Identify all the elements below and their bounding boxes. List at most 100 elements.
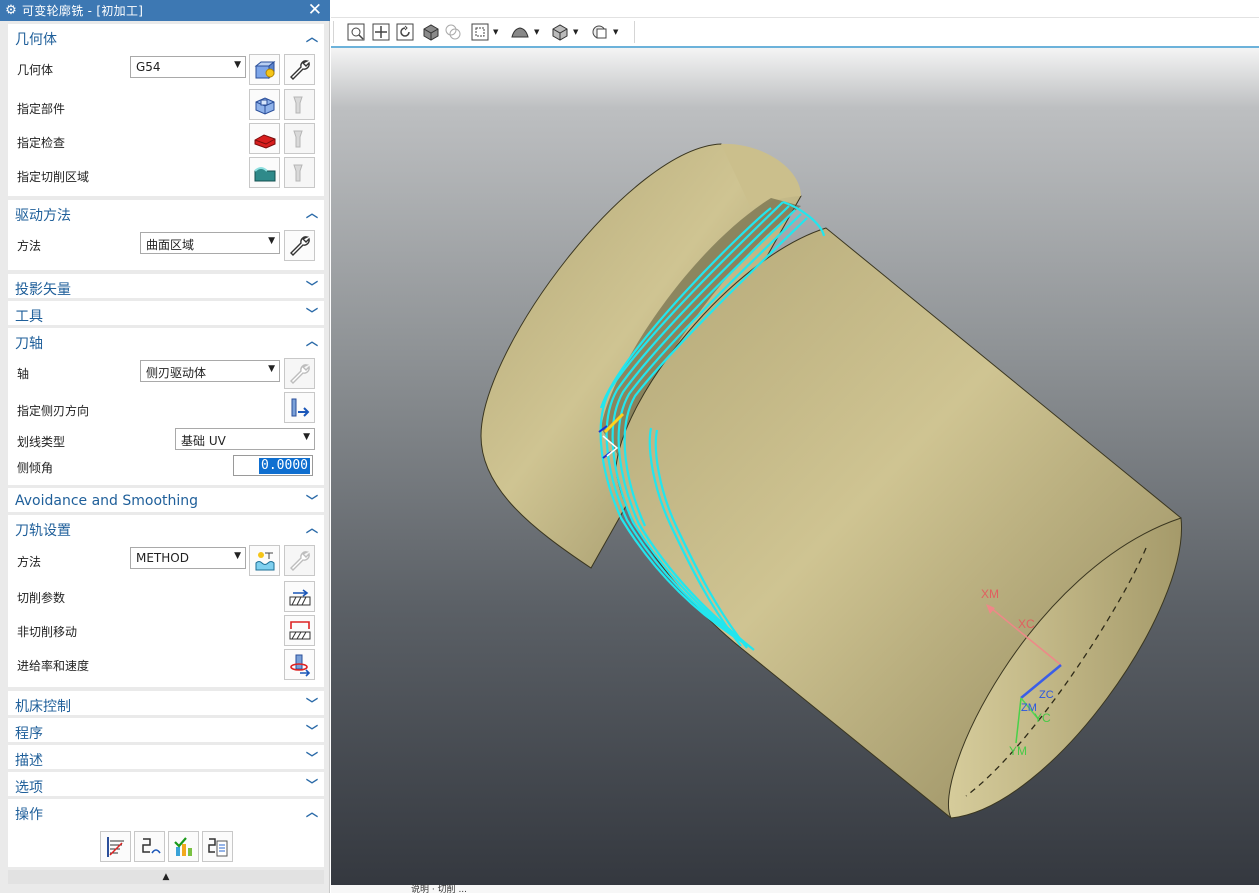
chevron-up-icon[interactable]: ︿ (306, 519, 318, 536)
tilt-angle-value: 0.0000 (259, 458, 310, 474)
cut-params-label: 切削参数 (17, 591, 66, 605)
axis-select[interactable]: 侧刃驱动体 ▼ (140, 360, 280, 382)
specify-side-direction-button[interactable] (284, 392, 315, 423)
wrench-icon (290, 551, 310, 571)
camera-button[interactable]: ▼ (591, 22, 618, 42)
new-method-button[interactable] (249, 545, 280, 576)
dropdown-arrow-icon[interactable]: ▼ (573, 28, 578, 36)
pan-icon (372, 23, 390, 41)
chevron-up-icon[interactable]: ︿ (306, 204, 318, 221)
dropdown-arrow-icon: ▼ (234, 60, 241, 70)
cut-area-icon (254, 167, 276, 182)
part-model[interactable]: XM XC ZC ZM YC YM (331, 48, 1259, 887)
dropdown-arrow-icon: ▼ (268, 364, 275, 374)
check-geometry-icon (254, 134, 276, 149)
verify-icon (174, 837, 192, 856)
graphics-viewport[interactable]: XM XC ZC ZM YC YM (331, 46, 1259, 885)
new-geometry-button[interactable] (249, 54, 280, 85)
chevron-down-icon[interactable]: ﹀ (306, 722, 318, 739)
display-cut-area-button[interactable] (284, 157, 315, 188)
display-mode-button[interactable]: ▼ (551, 22, 578, 42)
path-method-label: 方法 (17, 555, 42, 569)
section-tool-axis-header[interactable]: 刀轴 ︿ (8, 328, 324, 352)
section-projection-vector[interactable]: 投影矢量 ﹀ (8, 274, 324, 298)
chevron-down-icon[interactable]: ﹀ (306, 749, 318, 766)
section-actions-header[interactable]: 操作 ︿ (8, 799, 324, 823)
view-orient-button[interactable]: ▼ (471, 22, 498, 42)
section-avoidance-smoothing[interactable]: Avoidance and Smoothing ﹀ (8, 488, 324, 512)
drive-method-select[interactable]: 曲面区域 ▼ (140, 232, 280, 254)
specify-part-button[interactable] (249, 89, 280, 120)
cut-params-button[interactable] (284, 581, 315, 612)
shaded-button[interactable] (422, 22, 440, 42)
replay-button[interactable] (134, 831, 165, 862)
render-style-button[interactable]: ▼ (510, 22, 539, 42)
chevron-up-icon[interactable]: ︿ (306, 332, 318, 349)
triangle-up-icon: ▲ (162, 872, 170, 882)
fit-icon (347, 23, 365, 41)
drive-method-label: 方法 (17, 239, 42, 253)
edit-geometry-button[interactable] (284, 54, 315, 85)
ruling-type-select[interactable]: 基础 UV ▼ (175, 428, 315, 450)
chevron-up-icon[interactable]: ︿ (306, 803, 318, 820)
chevron-down-icon[interactable]: ﹀ (306, 305, 318, 322)
section-drive-method-header[interactable]: 驱动方法 ︿ (8, 200, 324, 224)
dialog-titlebar: ⚙ 可变轮廓铣 - [初加工] ✕ (0, 0, 330, 21)
collapse-grip[interactable]: ▲ (8, 870, 324, 884)
chevron-down-icon[interactable]: ﹀ (306, 492, 318, 509)
path-method-select[interactable]: METHOD ▼ (130, 547, 246, 569)
chevron-down-icon[interactable]: ﹀ (306, 278, 318, 295)
edit-drive-method-button[interactable] (284, 230, 315, 261)
geometry-select-value: G54 (136, 60, 161, 74)
pan-button[interactable] (372, 22, 390, 42)
close-icon[interactable]: ✕ (308, 0, 322, 20)
non-cut-moves-button[interactable] (284, 615, 315, 646)
section-description-title: 描述 (15, 753, 43, 769)
geometry-label: 几何体 (17, 63, 54, 77)
wireframe-button[interactable] (444, 22, 462, 42)
specify-check-button[interactable] (249, 123, 280, 154)
list-icon (208, 838, 228, 857)
dropdown-arrow-icon: ▼ (303, 432, 310, 442)
dropdown-arrow-icon[interactable]: ▼ (613, 28, 618, 36)
display-check-button[interactable] (284, 123, 315, 154)
tilt-angle-input[interactable]: 0.0000 (233, 455, 313, 476)
section-tool[interactable]: 工具 ﹀ (8, 301, 324, 325)
dropdown-arrow-icon[interactable]: ▼ (493, 28, 498, 36)
chevron-down-icon[interactable]: ﹀ (306, 776, 318, 793)
chevron-down-icon[interactable]: ﹀ (306, 695, 318, 712)
path-method-value: METHOD (136, 551, 189, 565)
feeds-speeds-button[interactable] (284, 649, 315, 680)
dropdown-arrow-icon[interactable]: ▼ (534, 28, 539, 36)
operation-dialog: ⚙ 可变轮廓铣 - [初加工] ✕ 几何体 ︿ 几何体 G54 ▼ 指定部件 指定… (0, 0, 330, 893)
toolbar-separator (333, 21, 334, 43)
wireframe-icon (445, 24, 461, 40)
list-button[interactable] (202, 831, 233, 862)
edit-method-button[interactable] (284, 545, 315, 576)
edit-axis-button[interactable] (284, 358, 315, 389)
section-path-settings-header[interactable]: 刀轨设置 ︿ (8, 515, 324, 539)
axis-value: 侧刃驱动体 (146, 366, 207, 380)
render-style-icon (511, 27, 529, 38)
verify-button[interactable] (168, 831, 199, 862)
generate-button[interactable] (100, 831, 131, 862)
display-part-button[interactable] (284, 89, 315, 120)
replay-icon (142, 838, 161, 854)
chevron-up-icon[interactable]: ︿ (306, 28, 318, 45)
section-program[interactable]: 程序 ﹀ (8, 718, 324, 742)
section-geometry-header[interactable]: 几何体 ︿ (8, 24, 324, 48)
section-description[interactable]: 描述 ﹀ (8, 745, 324, 769)
wrench-icon (290, 60, 310, 80)
flashlight-icon (293, 164, 303, 182)
specify-cut-area-button[interactable] (249, 157, 280, 188)
generate-icon (107, 837, 124, 857)
section-avoidance-title: Avoidance and Smoothing (15, 493, 199, 509)
dropdown-arrow-icon: ▼ (268, 236, 275, 246)
section-options[interactable]: 选项 ﹀ (8, 772, 324, 796)
fit-button[interactable] (347, 22, 365, 42)
shaded-cube-icon (423, 24, 439, 41)
geometry-select[interactable]: G54 ▼ (130, 56, 246, 78)
rotate-button[interactable] (396, 22, 414, 42)
section-machine-control[interactable]: 机床控制 ﹀ (8, 691, 324, 715)
status-text: 说明 · 切削 ... (411, 885, 468, 893)
